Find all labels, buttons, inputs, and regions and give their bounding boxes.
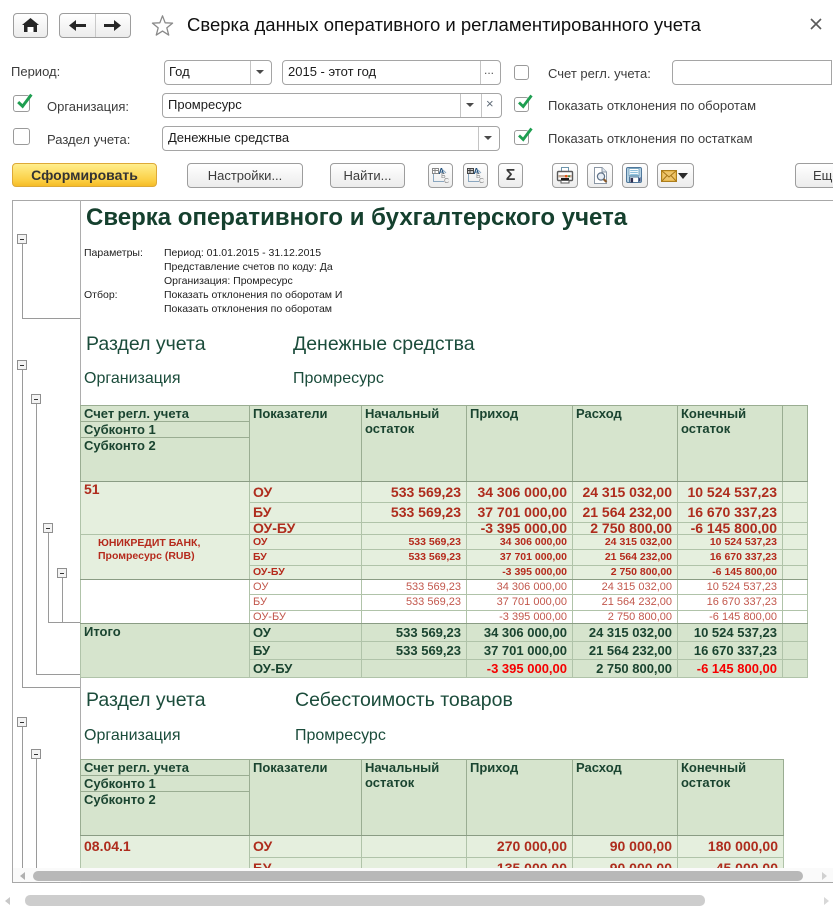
- svg-text:С: С: [479, 178, 484, 184]
- svg-text:С: С: [444, 178, 449, 184]
